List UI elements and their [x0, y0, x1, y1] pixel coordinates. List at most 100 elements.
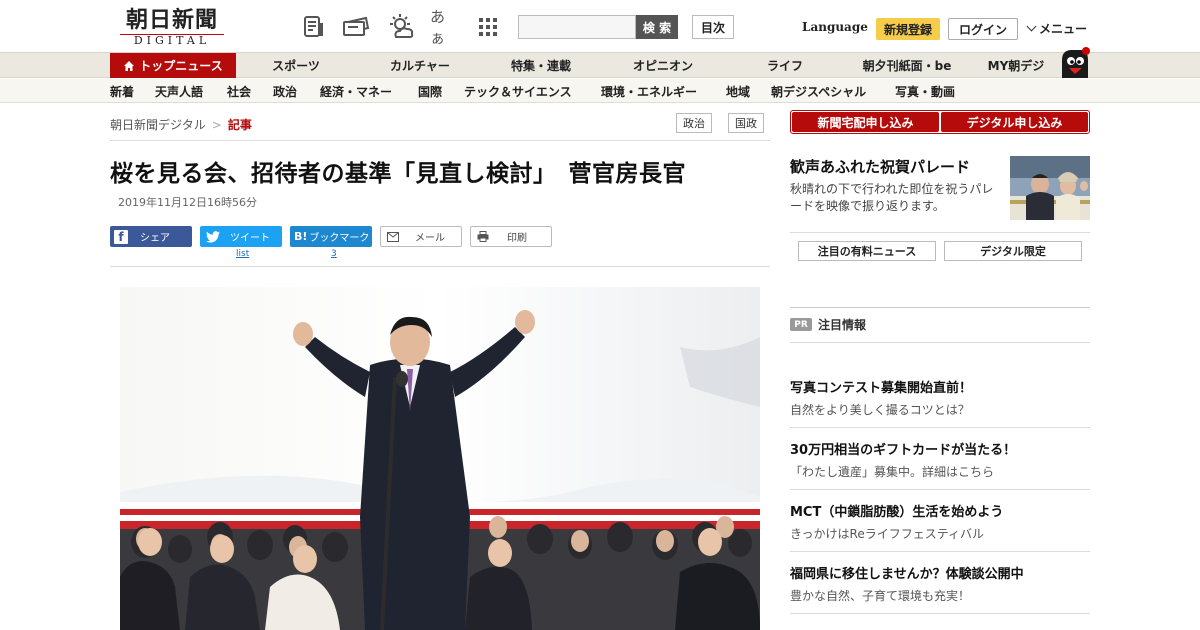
search-input[interactable]	[518, 15, 636, 39]
search-button[interactable]: 検 索	[636, 15, 678, 39]
nav2-politics[interactable]: 政治	[273, 83, 297, 100]
pr-item-title: 福岡県に移住しませんか？体験談公開中	[790, 567, 1024, 582]
pr-item-desc: 自然をより美しく撮るコツとは？	[790, 403, 970, 417]
register-button[interactable]: 新規登録	[876, 18, 940, 40]
nav-culture[interactable]: カルチャー	[368, 53, 472, 78]
logo-main-text: 朝日新聞	[125, 7, 218, 33]
breadcrumb-current: 記事	[227, 118, 252, 132]
pr-item[interactable]: 写真コンテスト募集開始直前！ 自然をより美しく撮るコツとは？	[790, 380, 1090, 419]
article-photo[interactable]	[120, 287, 760, 630]
site-header: 朝日新聞 DIGITAL あぁ 検 索 目次 Language 新規登録 ログイ…	[0, 0, 1200, 52]
nav2-photo-video[interactable]: 写真・動画	[895, 83, 955, 100]
chevron-down-icon	[1026, 21, 1037, 32]
feature-divider	[790, 232, 1090, 233]
print-label: 印刷	[507, 233, 527, 244]
pr-item-desc: きっかけはReライフフェスティバル	[790, 527, 984, 541]
facebook-share-label: シェア	[140, 233, 170, 244]
newspaper-delivery-button[interactable]: 新聞宅配申し込み	[792, 112, 939, 132]
print-button[interactable]: 印刷	[470, 226, 552, 247]
home-icon	[124, 60, 135, 71]
nav2-tech-science[interactable]: テック＆サイエンス	[464, 83, 572, 100]
menu-button[interactable]: メニュー	[1026, 20, 1088, 37]
nav-life[interactable]: ライフ	[734, 53, 836, 78]
weather-icon[interactable]	[386, 14, 416, 40]
article-headline: 桜を見る会、招待者の基準「見直し検討」 菅官房長官	[110, 161, 686, 187]
twitter-share-label: ツイート	[230, 233, 270, 244]
digital-subscribe-button[interactable]: デジタル申し込み	[941, 112, 1088, 132]
toc-button[interactable]: 目次	[692, 15, 734, 39]
pr-divider	[790, 307, 1090, 308]
nav2-economy[interactable]: 経済・マネー	[320, 83, 392, 100]
twitter-count-link[interactable]: list	[236, 249, 249, 259]
pr-item-title: MCT（中鎖脂肪酸）生活を始めよう	[790, 505, 1004, 520]
twitter-bird-icon	[206, 230, 220, 243]
pr-item[interactable]: 福岡県に移住しませんか？体験談公開中 豊かな自然、子育て環境も充実！	[790, 566, 1090, 605]
apps-grid-icon[interactable]	[475, 14, 501, 40]
printer-icon	[477, 231, 489, 242]
pr-item-desc: 豊かな自然、子育て環境も充実！	[790, 589, 971, 603]
pr-item-desc: 「わたし遺産」募集中。詳細はこちら	[790, 465, 995, 479]
pr-section-title: 注目情報	[818, 318, 867, 332]
twitter-share-button[interactable]: ツイート	[200, 226, 282, 247]
pr-item-divider	[790, 551, 1090, 552]
logo-sub-text: DIGITAL	[120, 34, 224, 47]
pr-badge: PR	[790, 318, 812, 331]
login-button[interactable]: ログイン	[948, 18, 1018, 40]
nav2-local[interactable]: 地域	[726, 83, 750, 100]
pr-item-title: 写真コンテスト募集開始直前！	[790, 381, 973, 396]
breadcrumb: 朝日新聞デジタル > 記事	[110, 116, 252, 133]
tag-politics[interactable]: 政治	[676, 113, 712, 133]
facebook-icon: f	[114, 229, 128, 244]
pr-item[interactable]: 30万円相当のギフトカードが当たる！ 「わたし遺産」募集中。詳細はこちら	[790, 442, 1090, 481]
facebook-share-button[interactable]: f シェア	[110, 226, 192, 247]
tickets-icon[interactable]	[341, 14, 371, 40]
nav-top-news[interactable]: トップニュース	[110, 53, 236, 78]
pr-item-divider	[790, 613, 1090, 614]
primary-nav: トップニュース スポーツ カルチャー 特集・連載 オピニオン ライフ 朝夕刊紙面…	[0, 52, 1200, 78]
nav-features[interactable]: 特集・連載	[490, 53, 592, 78]
feature-description: 秋晴れの下で行われた即位を祝うパレードを映像で振り返ります。	[790, 182, 994, 213]
pr-header-divider	[790, 342, 1090, 343]
nav-my-asadigi[interactable]: MY朝デジ	[976, 53, 1056, 78]
article-date: 2019年11月12日16時56分	[118, 196, 257, 209]
mail-icon	[387, 231, 399, 242]
newspaper-icon[interactable]	[301, 14, 327, 40]
nav2-latest[interactable]: 新着	[110, 83, 134, 100]
site-logo[interactable]: 朝日新聞 DIGITAL	[112, 8, 232, 48]
feature-thumbnail[interactable]	[1010, 156, 1090, 220]
nav2-international[interactable]: 国際	[418, 83, 442, 100]
font-size-label: あぁ	[430, 8, 446, 47]
pr-item-divider	[790, 489, 1090, 490]
nav2-society[interactable]: 社会	[227, 83, 251, 100]
hatena-bookmark-label: ブックマーク	[309, 233, 370, 244]
tab-digital-only[interactable]: デジタル限定	[944, 241, 1082, 261]
nav-top-news-label: トップニュース	[139, 59, 223, 73]
tag-national-politics[interactable]: 国政	[728, 113, 764, 133]
breadcrumb-separator: >	[211, 118, 222, 132]
mail-share-label: メール	[415, 233, 445, 244]
language-link[interactable]: Language	[802, 20, 868, 34]
nav2-special[interactable]: 朝デジスペシャル	[771, 83, 866, 100]
pr-item[interactable]: MCT（中鎖脂肪酸）生活を始めよう きっかけはReライフフェスティバル	[790, 504, 1090, 543]
feature-title[interactable]: 歓声あふれた祝賀パレード	[790, 156, 970, 177]
mascot-character-icon[interactable]	[1058, 44, 1092, 80]
menu-label: メニュー	[1039, 22, 1088, 36]
nav-opinion[interactable]: オピニオン	[612, 53, 714, 78]
hatena-bookmark-button[interactable]: B! ブックマーク	[290, 226, 372, 247]
font-size-icon[interactable]: あぁ	[430, 8, 458, 47]
promo-buttons: 新聞宅配申し込み デジタル申し込み	[790, 110, 1090, 134]
pr-item-title: 30万円相当のギフトカードが当たる！	[790, 443, 1017, 458]
nav-sports[interactable]: スポーツ	[248, 53, 344, 78]
tab-premium-news[interactable]: 注目の有料ニュース	[798, 241, 936, 261]
mail-share-button[interactable]: メール	[380, 226, 462, 247]
breadcrumb-home[interactable]: 朝日新聞デジタル	[110, 118, 206, 132]
hatena-count[interactable]: 3	[331, 249, 337, 259]
nav2-tenseijingo[interactable]: 天声人語	[155, 83, 203, 100]
header-divider	[110, 140, 770, 141]
nav-print-edition[interactable]: 朝夕刊紙面・be	[852, 53, 962, 78]
secondary-nav: 新着 天声人語 社会 政治 経済・マネー 国際 テック＆サイエンス 環境・エネル…	[0, 79, 1200, 103]
hatena-icon: B!	[294, 230, 308, 243]
nav2-environment[interactable]: 環境・エネルギー	[601, 83, 697, 100]
share-divider	[110, 266, 770, 267]
pr-item-divider	[790, 427, 1090, 428]
